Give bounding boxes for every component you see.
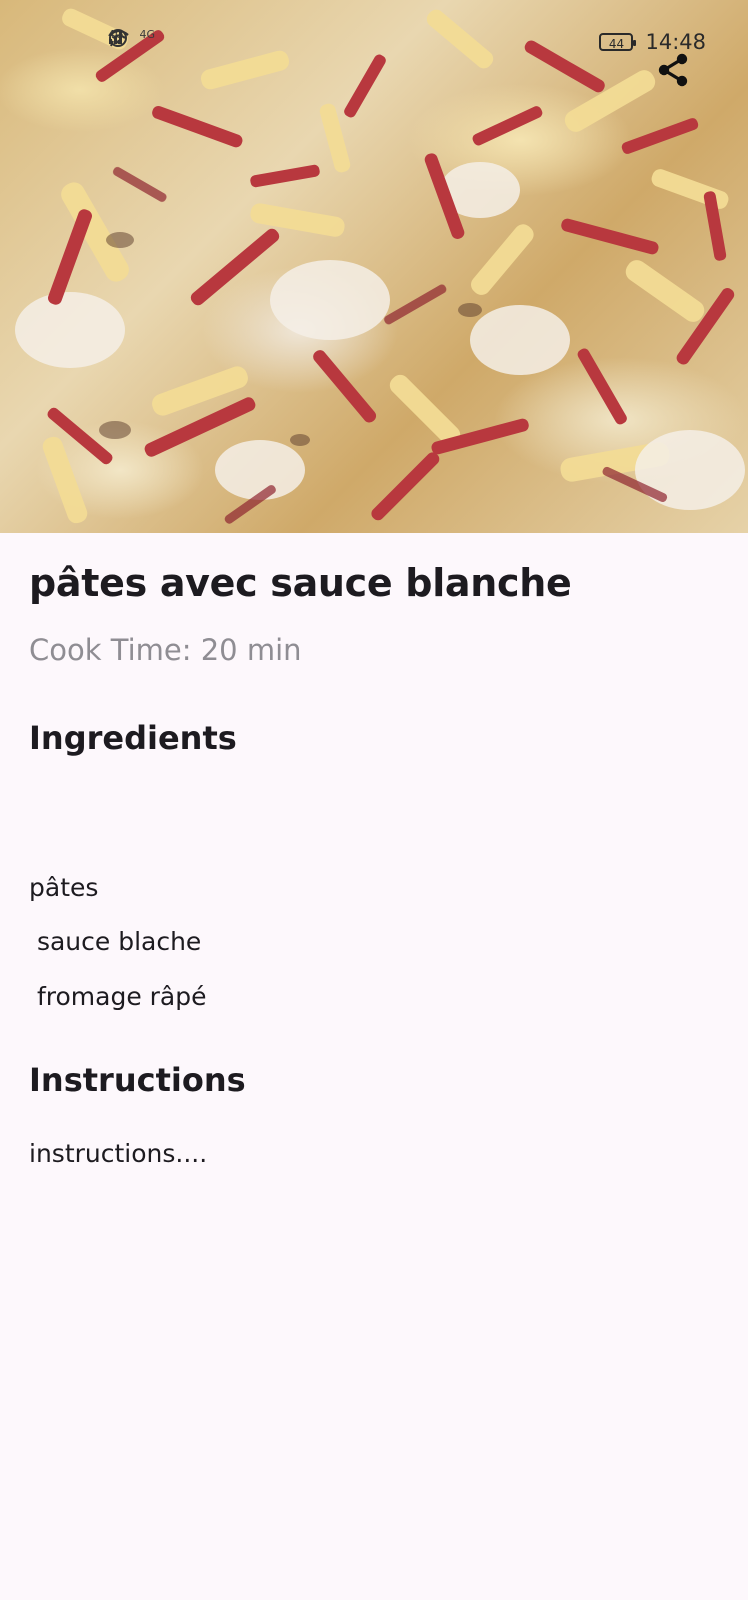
battery-level: 44 [608, 37, 625, 51]
status-right: 44 14:48 [599, 30, 706, 54]
share-icon [658, 53, 688, 87]
network-type-label-2: 4G [139, 28, 156, 41]
ingredient-item: sauce blache [29, 927, 202, 956]
food-photo [15, 8, 745, 524]
recipe-title: pâtes avec sauce blanche [29, 561, 572, 605]
status-left: 4G 4G [108, 28, 179, 47]
instructions-text: instructions.... [29, 1139, 208, 1168]
battery-icon: 44 [599, 33, 637, 51]
cook-time: Cook Time: 20 min [29, 633, 302, 667]
ingredient-item: fromage râpé [29, 982, 207, 1011]
instructions-heading: Instructions [29, 1061, 246, 1099]
status-bar: 4G 4G 44 14:48 [0, 28, 748, 60]
ingredients-heading: Ingredients [29, 719, 237, 757]
recipe-hero-image: 4G 4G 44 14:48 [0, 0, 748, 533]
share-button[interactable] [656, 52, 696, 92]
ingredient-item: pâtes [29, 873, 99, 902]
clock: 14:48 [645, 30, 706, 54]
